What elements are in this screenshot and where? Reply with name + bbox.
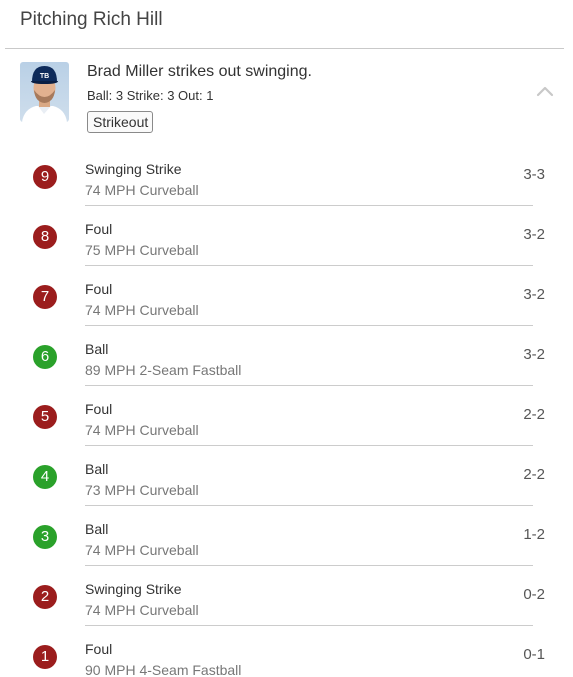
- player-headshot-icon: TB: [22, 66, 67, 122]
- pitch-result: Swinging Strike: [85, 581, 182, 597]
- pitch-result: Foul: [85, 221, 113, 237]
- at-bat-count: Ball: 3 Strike: 3 Out: 1: [87, 88, 214, 103]
- title-divider: [5, 48, 564, 49]
- pitch-detail: 90 MPH 4-Seam Fastball: [85, 662, 242, 677]
- list-item[interactable]: 6 Ball 89 MPH 2-Seam Fastball 3-2: [0, 325, 573, 386]
- pitch-result: Ball: [85, 341, 109, 357]
- pitch-detail: 74 MPH Curveball: [85, 422, 199, 438]
- pitch-result: Swinging Strike: [85, 161, 182, 177]
- pitch-count: 0-2: [523, 586, 545, 603]
- list-item[interactable]: 5 Foul 74 MPH Curveball 2-2: [0, 385, 573, 446]
- pitch-count: 2-2: [523, 466, 545, 483]
- pitch-count: 3-2: [523, 286, 545, 303]
- pitch-number-badge: 2: [33, 585, 57, 609]
- pitch-detail: 74 MPH Curveball: [85, 302, 199, 318]
- pitch-number-badge: 3: [33, 525, 57, 549]
- list-item[interactable]: 2 Swinging Strike 74 MPH Curveball 0-2: [0, 565, 573, 626]
- pitch-count: 0-1: [523, 646, 545, 663]
- at-bat-summary[interactable]: TB Brad Miller strikes out swinging. Bal…: [20, 61, 555, 141]
- pitch-number-badge: 7: [33, 285, 57, 309]
- list-item[interactable]: 8 Foul 75 MPH Curveball 3-2: [0, 205, 573, 266]
- pitch-result: Foul: [85, 401, 113, 417]
- pitch-count: 3-2: [523, 226, 545, 243]
- page-title: Pitching Rich Hill: [20, 9, 163, 30]
- at-bat-description: Brad Miller strikes out swinging.: [87, 63, 312, 80]
- pitch-list: 9 Swinging Strike 74 MPH Curveball 3-3 8 Foul…: [0, 145, 573, 677]
- pitch-count: 3-3: [523, 166, 545, 183]
- chevron-up-icon[interactable]: [535, 83, 555, 99]
- pitch-number-badge: 1: [33, 645, 57, 669]
- pitch-result: Foul: [85, 641, 113, 657]
- pitch-detail: 74 MPH Curveball: [85, 182, 199, 198]
- pitch-result: Foul: [85, 281, 113, 297]
- pitch-number-badge: 4: [33, 465, 57, 489]
- pitch-result: Ball: [85, 461, 109, 477]
- pitch-detail: 74 MPH Curveball: [85, 602, 199, 618]
- svg-text:TB: TB: [40, 73, 49, 80]
- list-item[interactable]: 7 Foul 74 MPH Curveball 3-2: [0, 265, 573, 326]
- avatar: TB: [20, 62, 69, 122]
- pitch-count: 2-2: [523, 406, 545, 423]
- pitch-count: 1-2: [523, 526, 545, 543]
- pitch-detail: 89 MPH 2-Seam Fastball: [85, 362, 242, 378]
- pitch-number-badge: 5: [33, 405, 57, 429]
- pitch-count: 3-2: [523, 346, 545, 363]
- pitch-number-badge: 9: [33, 165, 57, 189]
- result-tag: Strikeout: [87, 111, 154, 133]
- pitch-detail: 74 MPH Curveball: [85, 542, 199, 558]
- pitch-result: Ball: [85, 521, 109, 537]
- pitch-detail: 73 MPH Curveball: [85, 482, 199, 498]
- pitch-number-badge: 6: [33, 345, 57, 369]
- pitch-number-badge: 8: [33, 225, 57, 249]
- list-item[interactable]: 4 Ball 73 MPH Curveball 2-2: [0, 445, 573, 506]
- list-item[interactable]: 1 Foul 90 MPH 4-Seam Fastball 0-1: [0, 625, 573, 677]
- pitch-detail: 75 MPH Curveball: [85, 242, 199, 258]
- list-item[interactable]: 3 Ball 74 MPH Curveball 1-2: [0, 505, 573, 566]
- list-item[interactable]: 9 Swinging Strike 74 MPH Curveball 3-3: [0, 145, 573, 206]
